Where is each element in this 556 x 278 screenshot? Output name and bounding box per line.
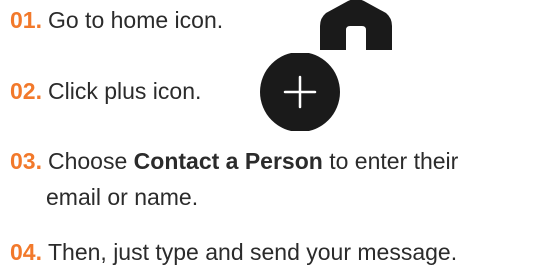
step-number: 01. (10, 7, 42, 33)
plus-icon (260, 53, 340, 131)
step-3: 03. Choose Contact a Person to enter thei… (10, 146, 458, 176)
step-1: 01. Go to home icon. (10, 5, 223, 35)
step-number: 03. (10, 148, 42, 174)
step-2: 02. Click plus icon. (10, 76, 201, 106)
contact-a-person-label: Contact a Person (133, 148, 323, 174)
step-3-continuation: email or name. (46, 184, 199, 210)
step-text: Then, just type and send your message. (47, 239, 458, 265)
home-icon (320, 0, 392, 50)
step-text-after: to enter their (322, 148, 459, 174)
step-text: Click plus icon. (47, 78, 202, 104)
step-text: Go to home icon. (47, 7, 224, 33)
step-text-before: Choose (47, 148, 134, 174)
step-4: 04. Then, just type and send your message… (10, 237, 457, 267)
step-number: 04. (10, 239, 42, 265)
step-number: 02. (10, 78, 42, 104)
